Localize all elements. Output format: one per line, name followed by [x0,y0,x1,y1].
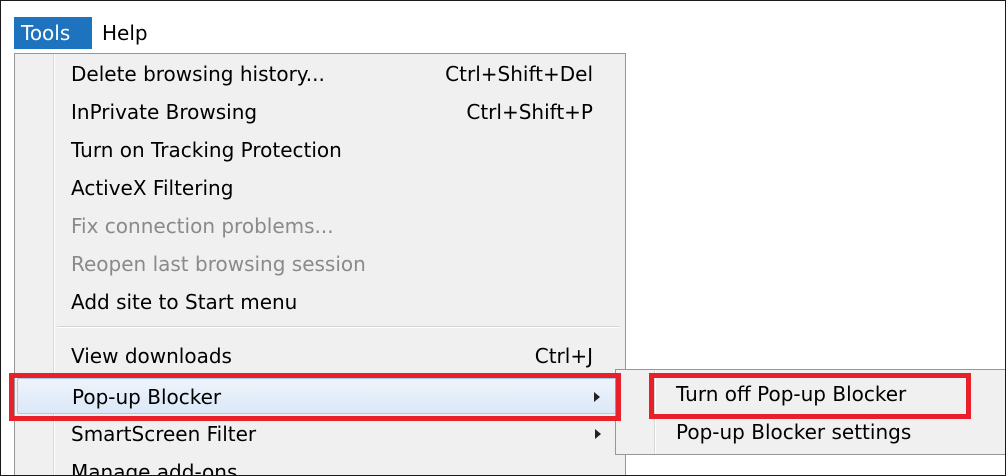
menu-item-label: Delete browsing history... [71,62,325,86]
menu-item-label: View downloads [71,344,232,368]
menu-item-label: Turn on Tracking Protection [71,138,342,162]
menu-item-shortcut: Ctrl+Shift+Del [445,62,593,86]
menu-item-label: Fix connection problems... [71,214,334,238]
menu-item-view-downloads[interactable]: View downloads Ctrl+J [17,338,623,374]
menu-item-label: Manage add-ons [71,460,238,476]
menu-item-smartscreen-filter[interactable]: SmartScreen Filter [17,416,623,452]
submenu-item-popup-blocker-settings[interactable]: Pop-up Blocker settings [618,414,1004,450]
menu-item-label: Turn off Pop-up Blocker [676,382,907,406]
menu-item-manage-add-ons[interactable]: Manage add-ons [17,454,623,476]
menu-item-label: ActiveX Filtering [71,176,234,200]
popup-blocker-submenu: Turn off Pop-up Blocker Pop-up Blocker s… [615,369,1005,455]
menu-item-delete-browsing-history[interactable]: Delete browsing history... Ctrl+Shift+De… [17,56,623,92]
browser-window: Tools Help Delete browsing history... Ct… [0,0,1006,476]
menu-item-fix-connection-problems: Fix connection problems... [17,208,623,244]
menu-item-label: Pop-up Blocker settings [676,420,912,444]
menubar-help[interactable]: Help [95,17,165,49]
chevron-right-icon [595,429,601,439]
chevron-right-icon [594,392,600,402]
menu-item-activex-filtering[interactable]: ActiveX Filtering [17,170,623,206]
menu-item-label: SmartScreen Filter [71,422,257,446]
menu-bar: Tools Help [1,1,1005,51]
menu-item-shortcut: Ctrl+J [534,344,593,368]
menu-item-shortcut: Ctrl+Shift+P [466,100,593,124]
menu-separator [57,326,619,328]
menu-item-label: Reopen last browsing session [71,252,366,276]
menu-item-reopen-last-session: Reopen last browsing session [17,246,623,282]
menu-item-popup-blocker[interactable]: Pop-up Blocker [17,378,623,414]
submenu-item-turn-off-popup-blocker[interactable]: Turn off Pop-up Blocker [618,376,1004,412]
menu-item-inprivate-browsing[interactable]: InPrivate Browsing Ctrl+Shift+P [17,94,623,130]
menu-item-label: Add site to Start menu [71,290,298,314]
menubar-tools[interactable]: Tools [14,17,92,49]
menu-item-add-site-to-start[interactable]: Add site to Start menu [17,284,623,320]
tools-menu: Delete browsing history... Ctrl+Shift+De… [14,53,626,476]
menu-item-tracking-protection[interactable]: Turn on Tracking Protection [17,132,623,168]
menu-item-label: InPrivate Browsing [71,100,258,124]
menu-item-label: Pop-up Blocker [72,385,222,409]
